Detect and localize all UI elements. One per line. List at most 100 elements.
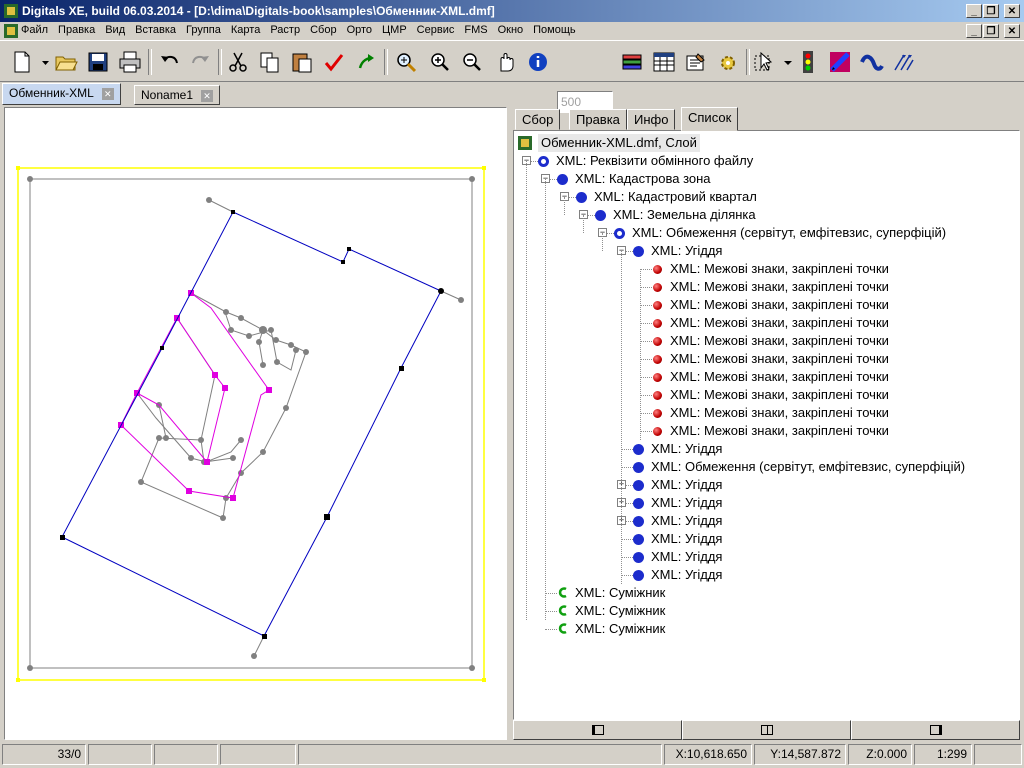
- tree-node[interactable]: XML: Угіддя: [514, 566, 1019, 584]
- print-icon[interactable]: [118, 50, 142, 74]
- tab-close-icon[interactable]: ✕: [201, 89, 214, 102]
- select-icon[interactable]: [752, 50, 776, 74]
- tree-node[interactable]: + XML: Угіддя: [514, 476, 1019, 494]
- redo-icon[interactable]: [188, 50, 212, 74]
- zoom-tool-icon[interactable]: [394, 50, 418, 74]
- point-icon: [653, 319, 662, 328]
- check-icon[interactable]: [322, 50, 346, 74]
- menu-item[interactable]: Орто: [342, 24, 377, 36]
- curve-icon[interactable]: [860, 50, 884, 74]
- object-icon: [633, 246, 644, 257]
- cut-icon[interactable]: [226, 50, 250, 74]
- view-right-button[interactable]: [851, 720, 1020, 740]
- doc-minimize-icon[interactable]: _: [966, 24, 982, 38]
- tab-noname1[interactable]: Noname1 ✕: [134, 85, 221, 105]
- select-dropdown-icon[interactable]: [776, 50, 792, 74]
- adjacent-icon: [558, 605, 567, 616]
- object-tree[interactable]: Обменник-XML.dmf, Слой − XML: Реквізити о…: [513, 130, 1020, 720]
- menu-item[interactable]: Вид: [100, 24, 130, 36]
- map-drawing[interactable]: [5, 108, 506, 739]
- arrow-icon[interactable]: [354, 50, 378, 74]
- tree-node[interactable]: + XML: Угіддя: [514, 512, 1019, 530]
- pen-icon[interactable]: [828, 50, 852, 74]
- traffic-light-icon[interactable]: [796, 50, 820, 74]
- copy-icon[interactable]: [258, 50, 282, 74]
- tree-node[interactable]: XML: Межові знаки, закріплені точки: [514, 332, 1019, 350]
- undo-icon[interactable]: [158, 50, 182, 74]
- tree-node[interactable]: XML: Обмеження (сервітут, емфітевзис, су…: [514, 458, 1019, 476]
- menu-item[interactable]: Окно: [493, 24, 529, 36]
- restore-icon[interactable]: ❐: [983, 4, 999, 18]
- minimize-icon[interactable]: _: [966, 4, 982, 18]
- tab-sbor[interactable]: Сбор: [515, 109, 561, 130]
- menu-item[interactable]: Вставка: [130, 24, 181, 36]
- tree-node[interactable]: XML: Угіддя: [514, 548, 1019, 566]
- tree-node[interactable]: − XML: Реквізити обмінного файлу: [514, 152, 1019, 170]
- tree-node[interactable]: XML: Межові знаки, закріплені точки: [514, 296, 1019, 314]
- layers-icon[interactable]: [620, 50, 644, 74]
- menu-item[interactable]: Группа: [181, 24, 226, 36]
- tab-info[interactable]: Инфо: [627, 109, 676, 130]
- gear-icon[interactable]: [716, 50, 740, 74]
- status-cell-last: [974, 744, 1022, 765]
- tab-close-icon[interactable]: ✕: [101, 87, 114, 100]
- menu-item[interactable]: FMS: [459, 24, 492, 36]
- tree-node[interactable]: XML: Межові знаки, закріплені точки: [514, 314, 1019, 332]
- tree-node[interactable]: XML: Межові знаки, закріплені точки: [514, 368, 1019, 386]
- doc-restore-icon[interactable]: ❐: [983, 24, 999, 38]
- view-left-button[interactable]: [513, 720, 682, 740]
- tree-node-label: XML: Реквізити обмінного файлу: [556, 153, 754, 168]
- paste-icon[interactable]: [290, 50, 314, 74]
- tree-node[interactable]: − XML: Земельна ділянка: [514, 206, 1019, 224]
- status-cell-3: [154, 744, 218, 765]
- tab-pravka[interactable]: Правка: [569, 109, 627, 130]
- menu-item[interactable]: Сбор: [305, 24, 341, 36]
- menu-item[interactable]: Растр: [265, 24, 305, 36]
- doc-close-icon[interactable]: ✕: [1004, 24, 1020, 38]
- zoom-out-icon[interactable]: [460, 50, 484, 74]
- tree-node[interactable]: XML: Межові знаки, закріплені точки: [514, 422, 1019, 440]
- menu-item[interactable]: Файл: [16, 24, 53, 36]
- map-canvas[interactable]: [4, 107, 507, 740]
- menu-item[interactable]: Сервис: [412, 24, 460, 36]
- tree-node[interactable]: XML: Угіддя: [514, 530, 1019, 548]
- tree-node[interactable]: XML: Угіддя: [514, 440, 1019, 458]
- tree-node[interactable]: XML: Межові знаки, закріплені точки: [514, 278, 1019, 296]
- menu-item[interactable]: Правка: [53, 24, 100, 36]
- tree-node-label: XML: Кадастрова зона: [575, 171, 711, 186]
- tree-node[interactable]: + XML: Угіддя: [514, 494, 1019, 512]
- tree-node-label: XML: Обмеження (сервітут, емфітевзис, су…: [632, 225, 947, 240]
- tab-obmennik-xml[interactable]: Обменник-XML ✕: [2, 83, 121, 105]
- new-dropdown-icon[interactable]: [34, 50, 49, 74]
- pan-hand-icon[interactable]: [494, 50, 518, 74]
- menu-item[interactable]: ЦМР: [377, 24, 412, 36]
- tree-node[interactable]: XML: Межові знаки, закріплені точки: [514, 386, 1019, 404]
- tree-node[interactable]: − XML: Кадастрова зона: [514, 170, 1019, 188]
- tree-node[interactable]: XML: Суміжник: [514, 602, 1019, 620]
- close-icon[interactable]: ✕: [1004, 4, 1020, 18]
- tree-root-label: Обменник-XML.dmf, Слой: [538, 134, 700, 152]
- menu-item[interactable]: Помощь: [528, 24, 581, 36]
- tree-node[interactable]: − XML: Обмеження (сервітут, емфітевзис, с…: [514, 224, 1019, 242]
- frame-corners: [16, 166, 486, 682]
- folder-edit-icon[interactable]: [684, 50, 708, 74]
- tree-node[interactable]: XML: Межові знаки, закріплені точки: [514, 260, 1019, 278]
- view-split-button[interactable]: [682, 720, 851, 740]
- tree-node[interactable]: − XML: Кадастровий квартал: [514, 188, 1019, 206]
- tree-node[interactable]: XML: Суміжник: [514, 584, 1019, 602]
- new-icon[interactable]: [10, 50, 34, 74]
- info-icon[interactable]: [526, 50, 550, 74]
- menu-item[interactable]: Карта: [226, 24, 265, 36]
- tree-node[interactable]: − XML: Угіддя: [514, 242, 1019, 260]
- tree-node[interactable]: XML: Суміжник: [514, 620, 1019, 638]
- save-icon[interactable]: [86, 50, 110, 74]
- tree-node[interactable]: XML: Межові знаки, закріплені точки: [514, 404, 1019, 422]
- tree-node[interactable]: XML: Межові знаки, закріплені точки: [514, 350, 1019, 368]
- point-icon: [653, 373, 662, 382]
- open-icon[interactable]: [54, 50, 78, 74]
- zoom-in-icon[interactable]: [428, 50, 452, 74]
- table-icon[interactable]: [652, 50, 676, 74]
- status-cell-2: [88, 744, 152, 765]
- tab-spisok[interactable]: Список: [681, 107, 739, 131]
- arrows-icon[interactable]: [892, 50, 916, 74]
